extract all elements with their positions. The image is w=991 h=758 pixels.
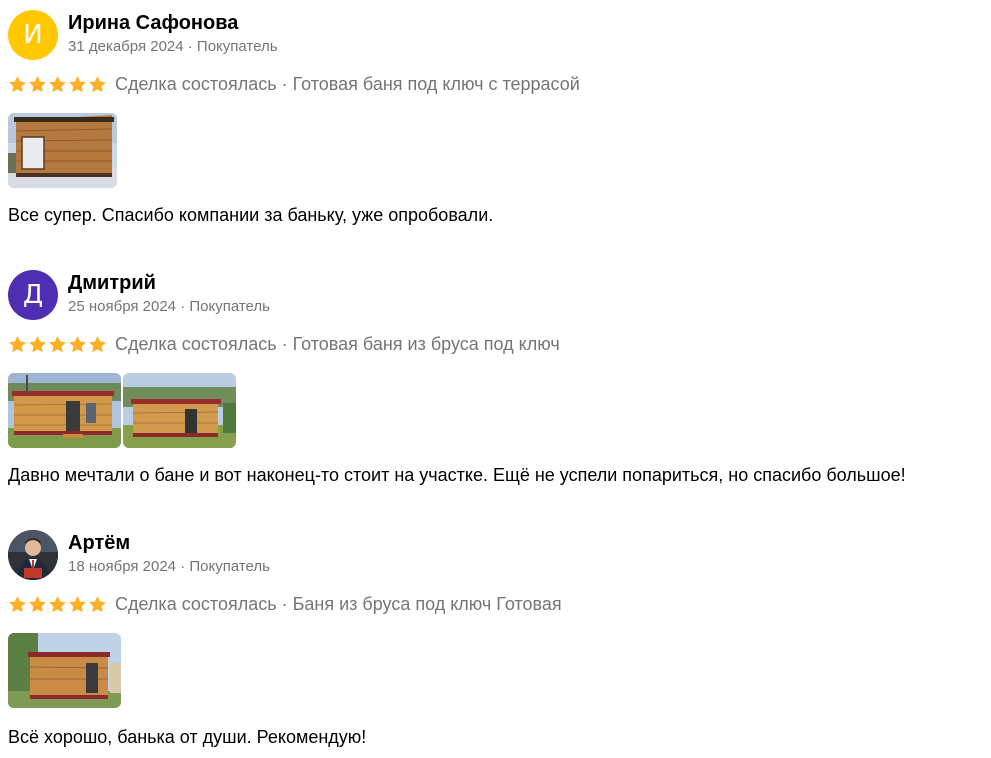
deal-info: Сделка состоялась · Готовая баня из брус… xyxy=(115,333,560,354)
star-icon xyxy=(89,75,106,92)
review-photos xyxy=(8,113,117,188)
rating-row: Сделка состоялась · Готовая баня под клю… xyxy=(8,73,580,95)
review-photos xyxy=(8,633,121,708)
star-icon xyxy=(9,335,26,352)
deal-info: Сделка состоялась · Готовая баня под клю… xyxy=(115,73,580,94)
star-icon xyxy=(29,335,46,352)
star-icon xyxy=(89,595,106,612)
reviewer-name[interactable]: Дмитрий xyxy=(68,272,156,295)
avatar[interactable]: И xyxy=(8,10,58,60)
user-photo-icon xyxy=(8,530,58,580)
reviewer-name[interactable]: Ирина Сафонова xyxy=(68,12,238,35)
star-icon xyxy=(49,595,66,612)
review-card: Артём 18 ноября 2024 · Покупатель Сделка… xyxy=(0,520,991,758)
rating-row: Сделка состоялась · Готовая баня из брус… xyxy=(8,333,560,355)
review-card: И Ирина Сафонова 31 декабря 2024 · Покуп… xyxy=(0,0,991,250)
avatar-letter: И xyxy=(23,20,43,50)
review-meta: 31 декабря 2024 · Покупатель xyxy=(68,38,278,55)
star-icon xyxy=(69,75,86,92)
review-meta: 25 ноября 2024 · Покупатель xyxy=(68,298,270,315)
rating-row: Сделка состоялась · Баня из бруса под кл… xyxy=(8,593,562,615)
star-icon xyxy=(69,335,86,352)
star-icon xyxy=(9,75,26,92)
review-photo[interactable] xyxy=(8,373,121,448)
avatar-letter: Д xyxy=(22,280,44,310)
star-icon xyxy=(69,595,86,612)
review-photo[interactable] xyxy=(8,113,117,188)
avatar[interactable]: Д xyxy=(8,270,58,320)
review-comment: Давно мечтали о бане и вот наконец-то ст… xyxy=(8,465,906,485)
review-comment: Всё хорошо, банька от души. Рекомендую! xyxy=(8,727,367,747)
star-rating xyxy=(8,335,107,354)
avatar[interactable] xyxy=(8,530,58,580)
review-comment: Все супер. Спасибо компании за баньку, у… xyxy=(8,205,494,225)
star-icon xyxy=(9,595,26,612)
star-icon xyxy=(29,595,46,612)
review-card: Д Дмитрий 25 ноября 2024 · Покупатель Сд… xyxy=(0,260,991,510)
star-rating xyxy=(8,75,107,94)
review-photo[interactable] xyxy=(123,373,236,448)
review-meta: 18 ноября 2024 · Покупатель xyxy=(68,558,270,575)
reviewer-name[interactable]: Артём xyxy=(68,532,130,555)
star-icon xyxy=(49,75,66,92)
review-photo[interactable] xyxy=(8,633,121,708)
review-photos xyxy=(8,373,236,448)
star-rating xyxy=(8,595,107,614)
star-icon xyxy=(29,75,46,92)
star-icon xyxy=(89,335,106,352)
star-icon xyxy=(49,335,66,352)
deal-info: Сделка состоялась · Баня из бруса под кл… xyxy=(115,593,562,614)
